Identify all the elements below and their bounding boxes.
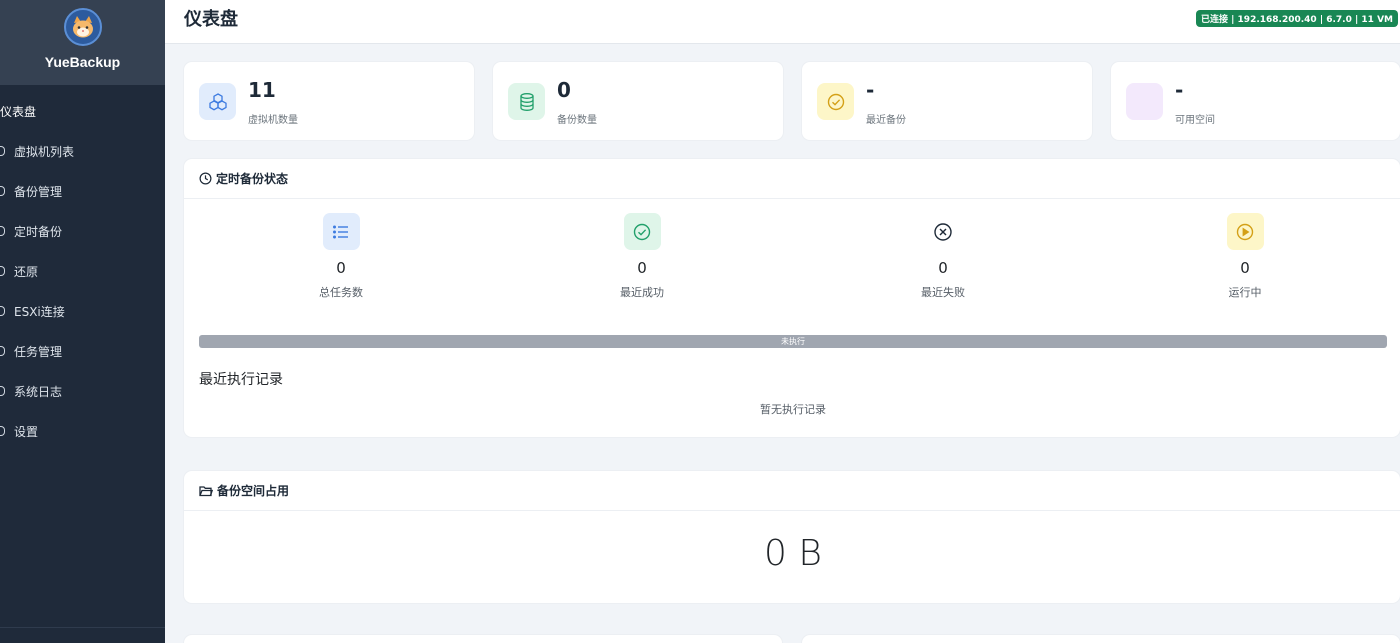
check-circle-icon — [817, 83, 854, 120]
metric-value: 0 — [637, 259, 647, 277]
storage-value: 0 B — [764, 533, 822, 574]
connection-status-badge: 已连接 | 192.168.200.40 | 6.7.0 | 11 VM — [1195, 10, 1398, 27]
metric-label: 最近成功 — [620, 286, 664, 299]
sidebar-nav: 仪表盘 虚拟机列表 备份管理 定时备份 还原 ESXi连接 任务管理 系统日志 … — [0, 85, 165, 451]
metric-label: 最近失败 — [921, 286, 965, 299]
sidebar-item-logs[interactable]: 系统日志 — [0, 371, 165, 411]
log-icon — [0, 386, 5, 396]
bottom-card-left — [184, 635, 782, 643]
tasks-icon — [0, 346, 5, 356]
sidebar-item-label: 任务管理 — [14, 344, 63, 359]
check-circle-icon — [623, 213, 661, 250]
list-icon — [322, 213, 360, 250]
disk-icon — [1126, 83, 1163, 120]
sidebar-item-label: 仪表盘 — [0, 104, 37, 119]
sidebar-item-scheduled[interactable]: 定时备份 — [0, 211, 165, 251]
stat-card-vm-count: 11 虚拟机数量 — [184, 62, 474, 140]
database-icon — [508, 83, 545, 120]
bottom-card-right — [802, 635, 1400, 643]
play-circle-icon — [1226, 213, 1264, 250]
stat-card-free-space: - 可用空间 — [1111, 62, 1400, 140]
stat-value: - — [1175, 78, 1184, 102]
stat-card-backup-count: 0 备份数量 — [493, 62, 783, 140]
section-title: 备份空间占用 — [217, 484, 290, 498]
clock-icon — [199, 172, 212, 185]
sidebar-item-tasks[interactable]: 任务管理 — [0, 331, 165, 371]
sidebar-item-backups[interactable]: 备份管理 — [0, 171, 165, 211]
stat-value: 11 — [248, 78, 276, 102]
x-circle-icon — [925, 213, 962, 250]
sidebar-item-label: 设置 — [14, 424, 39, 439]
metric-label: 运行中 — [1228, 286, 1262, 299]
metric-value: 0 — [1240, 259, 1250, 277]
app-name: YueBackup — [44, 54, 121, 70]
storage-usage-card: 备份空间占用 0 B — [184, 471, 1400, 603]
stat-value: 0 — [557, 78, 571, 102]
top-header: 仪表盘 已连接 | 192.168.200.40 | 6.7.0 | 11 VM — [165, 0, 1400, 44]
sidebar-item-label: 系统日志 — [14, 384, 63, 399]
recent-records-title: 最近执行记录 — [199, 372, 283, 388]
cubes-icon — [199, 83, 236, 120]
link-icon — [0, 306, 5, 316]
server-icon — [0, 146, 5, 156]
metric-label: 总任务数 — [319, 286, 363, 299]
sidebar-item-restore[interactable]: 还原 — [0, 251, 165, 291]
stat-value: - — [866, 78, 875, 102]
metric-total-tasks: 0 总任务数 — [281, 213, 401, 300]
metric-value: 0 — [336, 259, 346, 277]
progress-bar: 未执行 — [199, 335, 1387, 348]
section-title: 定时备份状态 — [216, 172, 289, 186]
sidebar-item-label: 还原 — [14, 264, 39, 279]
stat-label: 可用空间 — [1175, 115, 1215, 126]
sidebar-footer — [0, 627, 165, 643]
cat-logo-icon — [63, 8, 102, 46]
metric-value: 0 — [938, 259, 948, 277]
sidebar-item-esxi[interactable]: ESXi连接 — [0, 291, 165, 331]
folder-open-icon — [199, 485, 213, 496]
gear-icon — [0, 426, 5, 436]
sidebar-item-settings[interactable]: 设置 — [0, 411, 165, 451]
metric-running: 0 运行中 — [1185, 213, 1305, 300]
section-header: 备份空间占用 — [184, 471, 1400, 511]
metric-recent-success: 0 最近成功 — [582, 213, 702, 300]
archive-icon — [0, 186, 5, 196]
execution-progress: 未执行 — [199, 335, 1387, 348]
metric-recent-failure: 0 最近失败 — [883, 213, 1003, 300]
sidebar-item-label: ESXi连接 — [14, 304, 65, 319]
stat-card-last-backup: - 最近备份 — [802, 62, 1092, 140]
clock-icon — [0, 226, 5, 236]
sidebar-item-label: 定时备份 — [14, 224, 63, 239]
sidebar-item-dashboard[interactable]: 仪表盘 — [0, 91, 165, 131]
stat-label: 虚拟机数量 — [248, 115, 298, 126]
section-header: 定时备份状态 — [184, 159, 1400, 199]
stat-label: 最近备份 — [866, 115, 906, 126]
stat-label: 备份数量 — [557, 115, 597, 126]
restore-icon — [0, 266, 5, 276]
sidebar-item-vm-list[interactable]: 虚拟机列表 — [0, 131, 165, 171]
page-title: 仪表盘 — [184, 9, 238, 30]
sidebar: YueBackup 仪表盘 虚拟机列表 备份管理 定时备份 还原 ESXi连接 … — [0, 0, 165, 643]
sidebar-brand: YueBackup — [0, 0, 165, 85]
schedule-status-card: 定时备份状态 0 总任务数 0 最近成功 0 最近失败 0 运行中 未执行 最近… — [184, 159, 1400, 437]
sidebar-item-label: 虚拟机列表 — [14, 144, 75, 159]
empty-records-text: 暂无执行记录 — [760, 403, 826, 416]
sidebar-item-label: 备份管理 — [14, 184, 63, 199]
